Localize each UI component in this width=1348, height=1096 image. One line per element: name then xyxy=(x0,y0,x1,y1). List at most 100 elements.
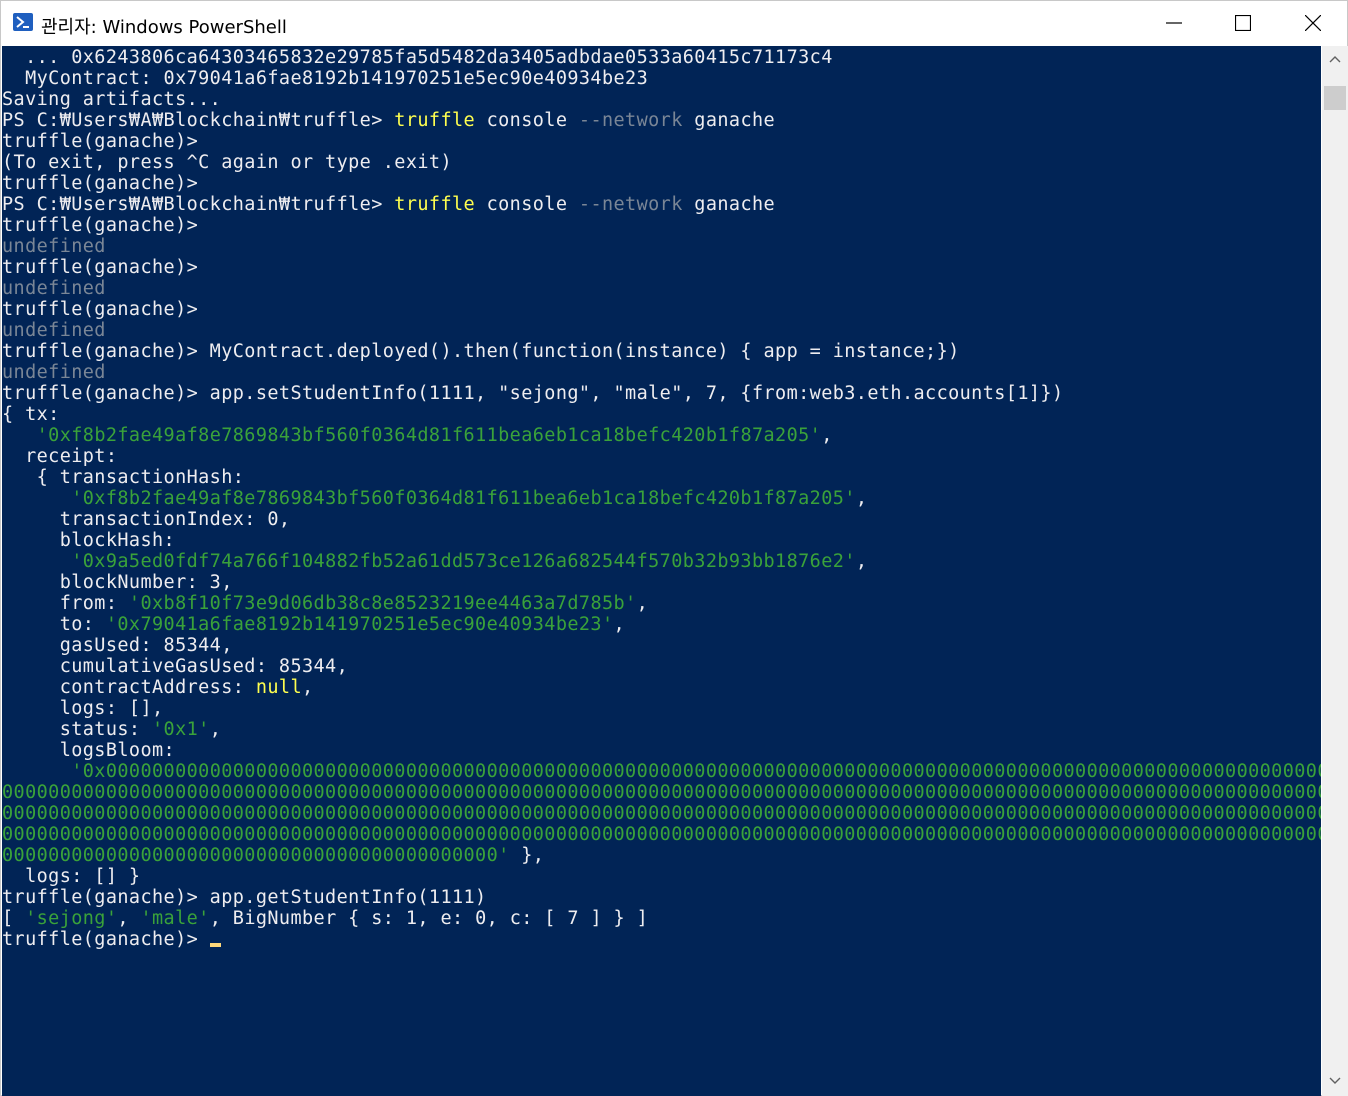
chevron-down-icon xyxy=(1329,1077,1341,1084)
console-text: MyContract: 0x79041a6fae8192b141970251e5… xyxy=(2,68,649,89)
console-line: gasUsed: 85344, xyxy=(2,635,1321,656)
console-text: , xyxy=(855,551,868,572)
console-line: 0000000000000000000000000000000000000000… xyxy=(2,803,1321,824)
console-text: truffle(ganache)> MyContract.deployed().… xyxy=(2,341,960,362)
maximize-button[interactable] xyxy=(1220,1,1266,46)
console-line: truffle(ganache)> xyxy=(2,257,1321,278)
console-text: undefined xyxy=(2,362,106,383)
console-text: ganache xyxy=(682,194,776,215)
console-text: '0x1' xyxy=(152,719,210,740)
scroll-up-button[interactable] xyxy=(1322,46,1348,74)
text-cursor xyxy=(209,943,221,947)
console-text: truffle(ganache)> xyxy=(2,257,199,278)
console-text: }, xyxy=(509,845,545,866)
console-line: truffle(ganache)> xyxy=(2,173,1321,194)
console-text: 0000000000000000000000000000000000000000… xyxy=(2,782,1321,803)
minimize-button[interactable] xyxy=(1151,1,1197,46)
console-line: blockHash: xyxy=(2,530,1321,551)
console-text: undefined xyxy=(2,278,106,299)
console-text: from: xyxy=(2,593,129,614)
console-text: , xyxy=(855,488,868,509)
chevron-up-icon xyxy=(1329,56,1341,63)
console-line: MyContract: 0x79041a6fae8192b141970251e5… xyxy=(2,68,1321,89)
console-text: console xyxy=(475,194,579,215)
console-text: , xyxy=(117,908,141,929)
console-text: '0x79041a6fae8192b141970251e5ec90e40934b… xyxy=(105,614,614,635)
title-bar[interactable]: 관리자: Windows PowerShell xyxy=(1,1,1347,46)
console-line: logs: [] } xyxy=(2,866,1321,887)
console-text: , xyxy=(821,425,833,446)
console-line: contractAddress: null, xyxy=(2,677,1321,698)
vertical-scrollbar[interactable] xyxy=(1322,46,1348,1096)
console-text: Saving artifacts... xyxy=(2,89,222,110)
console-text: '0xb8f10f73e9d06db38c8e8523219ee4463a7d7… xyxy=(128,593,637,614)
close-icon xyxy=(1305,15,1321,31)
console-line: PS C:₩Users₩A₩Blockchain₩truffle> truffl… xyxy=(2,110,1321,131)
console-line: from: '0xb8f10f73e9d06db38c8e8523219ee44… xyxy=(2,593,1321,614)
console-text: contractAddress: xyxy=(2,677,256,698)
console-line: '0xf8b2fae49af8e7869843bf560f0364d81f611… xyxy=(2,425,1321,446)
console-line: cumulativeGasUsed: 85344, xyxy=(2,656,1321,677)
console-line: 0000000000000000000000000000000000000000… xyxy=(2,845,1321,866)
console-line: to: '0x79041a6fae8192b141970251e5ec90e40… xyxy=(2,614,1321,635)
console-text: --network xyxy=(578,194,683,215)
console-line: truffle(ganache)> app.getStudentInfo(111… xyxy=(2,887,1321,908)
console-line: '0x9a5ed0fdf74a766f104882fb52a61dd573ce1… xyxy=(2,551,1321,572)
console-line: undefined xyxy=(2,236,1321,257)
console-line: undefined xyxy=(2,362,1321,383)
console-text: 0000000000000000000000000000000000000000… xyxy=(2,845,510,866)
console-text: '0x9a5ed0fdf74a766f104882fb52a61dd573ce1… xyxy=(71,551,856,572)
console-text: undefined xyxy=(2,236,106,257)
console-line: { tx: xyxy=(2,404,1321,425)
console-text: [ xyxy=(2,908,26,929)
console-line: '0x0000000000000000000000000000000000000… xyxy=(2,761,1321,782)
scroll-down-button[interactable] xyxy=(1322,1068,1348,1096)
console-text: , BigNumber { s: 1, e: 0, c: [ 7 ] } ] xyxy=(209,908,649,929)
console-text: null xyxy=(255,677,302,698)
console-lines: ... 0x6243806ca64303465832e29785fa5d5482… xyxy=(2,47,1321,950)
console-line: truffle(ganache)> app.setStudentInfo(111… xyxy=(2,383,1321,404)
console-text: { transactionHash: xyxy=(2,467,245,488)
console-line: blockNumber: 3, xyxy=(2,572,1321,593)
console-text: blockNumber: 3, xyxy=(2,572,233,593)
scroll-thumb[interactable] xyxy=(1324,86,1346,110)
console-text: receipt: xyxy=(2,446,118,467)
console-text: , xyxy=(613,614,626,635)
console-text: truffle(ganache)> app.getStudentInfo(111… xyxy=(2,887,487,908)
console-text: truffle(ganache)> app.setStudentInfo(111… xyxy=(2,383,1064,404)
console-text: '0x0000000000000000000000000000000000000… xyxy=(71,761,1321,782)
console-text: truffle(ganache)> xyxy=(2,299,199,320)
console-line: status: '0x1', xyxy=(2,719,1321,740)
console-line: truffle(ganache)> xyxy=(2,299,1321,320)
console-output[interactable]: ... 0x6243806ca64303465832e29785fa5d5482… xyxy=(2,46,1321,1096)
console-line: '0xf8b2fae49af8e7869843bf560f0364d81f611… xyxy=(2,488,1321,509)
console-text: transactionIndex: 0, xyxy=(2,509,291,530)
console-text: , xyxy=(636,593,649,614)
console-text: truffle(ganache)> xyxy=(2,929,210,950)
console-text: truffle xyxy=(394,110,476,131)
console-line: undefined xyxy=(2,278,1321,299)
console-text: { tx: xyxy=(2,404,60,425)
console-line: { transactionHash: xyxy=(2,467,1321,488)
console-text: cumulativeGasUsed: 85344, xyxy=(2,656,349,677)
console-line: truffle(ganache)> xyxy=(2,131,1321,152)
console-line: transactionIndex: 0, xyxy=(2,509,1321,530)
console-text: truffle xyxy=(394,194,476,215)
console-line: receipt: xyxy=(2,446,1321,467)
console-text: , xyxy=(302,677,314,698)
console-text: (To exit, press ^C again or type .exit) xyxy=(2,152,452,173)
console-text: 'sejong' xyxy=(25,908,118,929)
console-text: 0000000000000000000000000000000000000000… xyxy=(2,824,1321,845)
console-line: 0000000000000000000000000000000000000000… xyxy=(2,782,1321,803)
console-line: Saving artifacts... xyxy=(2,89,1321,110)
console-text: ganache xyxy=(682,110,776,131)
close-button[interactable] xyxy=(1290,1,1336,46)
console-line: logsBloom: xyxy=(2,740,1321,761)
console-text: 'male' xyxy=(140,908,210,929)
console-text: undefined xyxy=(2,320,106,341)
console-text: status: xyxy=(2,719,152,740)
console-text: PS C:₩Users₩A₩Blockchain₩truffle> xyxy=(2,110,395,131)
powershell-icon[interactable] xyxy=(13,13,33,31)
